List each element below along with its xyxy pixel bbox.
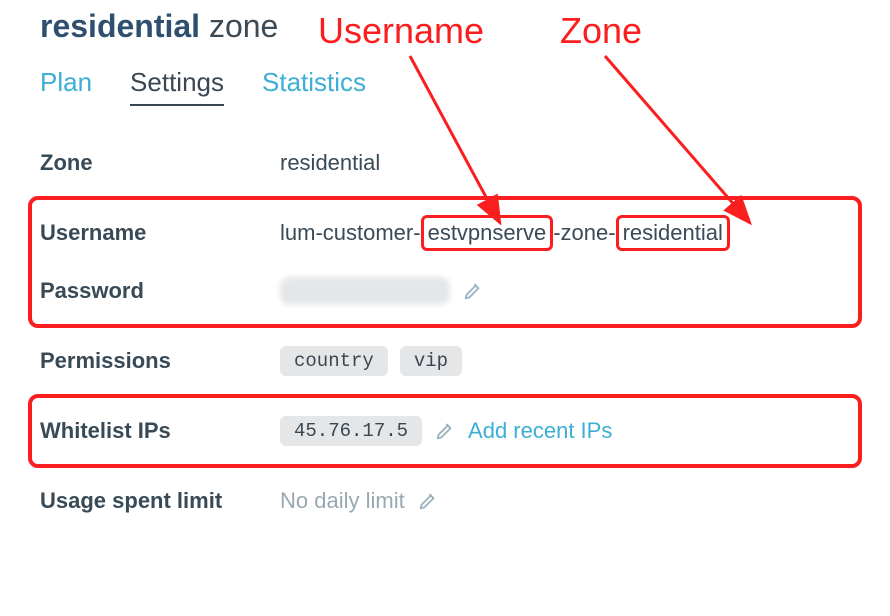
tabs: Plan Settings Statistics	[40, 67, 850, 106]
label-usage-limit: Usage spent limit	[40, 488, 280, 514]
page-title-name: residential	[40, 8, 200, 44]
permission-vip: vip	[400, 346, 462, 376]
edit-usage-limit-button[interactable]	[417, 490, 439, 512]
tab-plan[interactable]: Plan	[40, 67, 92, 106]
row-zone: Zone residential	[40, 134, 850, 192]
row-usage-limit: Usage spent limit No daily limit	[40, 472, 850, 530]
value-usage-limit: No daily limit	[280, 488, 405, 514]
add-recent-ips-link[interactable]: Add recent IPs	[468, 418, 612, 444]
label-username: Username	[40, 220, 280, 246]
username-customer-box: estvpnserve	[421, 215, 554, 251]
label-password: Password	[40, 278, 280, 304]
username-mid: -zone-	[553, 220, 615, 246]
page-title-suffix: zone	[200, 8, 278, 44]
row-permissions: Permissions country vip	[40, 332, 850, 390]
label-zone: Zone	[40, 150, 280, 176]
page-title: residential zone	[40, 8, 850, 45]
password-masked	[280, 277, 450, 305]
username-prefix: lum-customer-	[280, 220, 421, 246]
highlight-box-credentials: Username lum-customer-estvpnserve-zone-r…	[28, 196, 862, 328]
tab-statistics[interactable]: Statistics	[262, 67, 366, 106]
value-username: lum-customer-estvpnserve-zone-residentia…	[280, 215, 730, 251]
row-whitelist: Whitelist IPs 45.76.17.5 Add recent IPs	[40, 402, 850, 460]
edit-whitelist-button[interactable]	[434, 420, 456, 442]
label-whitelist: Whitelist IPs	[40, 418, 280, 444]
tab-settings[interactable]: Settings	[130, 67, 224, 106]
row-password: Password	[40, 262, 850, 320]
highlight-box-whitelist: Whitelist IPs 45.76.17.5 Add recent IPs	[28, 394, 862, 468]
username-zone-box: residential	[616, 215, 730, 251]
label-permissions: Permissions	[40, 348, 280, 374]
value-zone: residential	[280, 150, 380, 176]
edit-password-button[interactable]	[462, 280, 484, 302]
permission-country: country	[280, 346, 388, 376]
row-username: Username lum-customer-estvpnserve-zone-r…	[40, 204, 850, 262]
whitelist-ip: 45.76.17.5	[280, 416, 422, 446]
